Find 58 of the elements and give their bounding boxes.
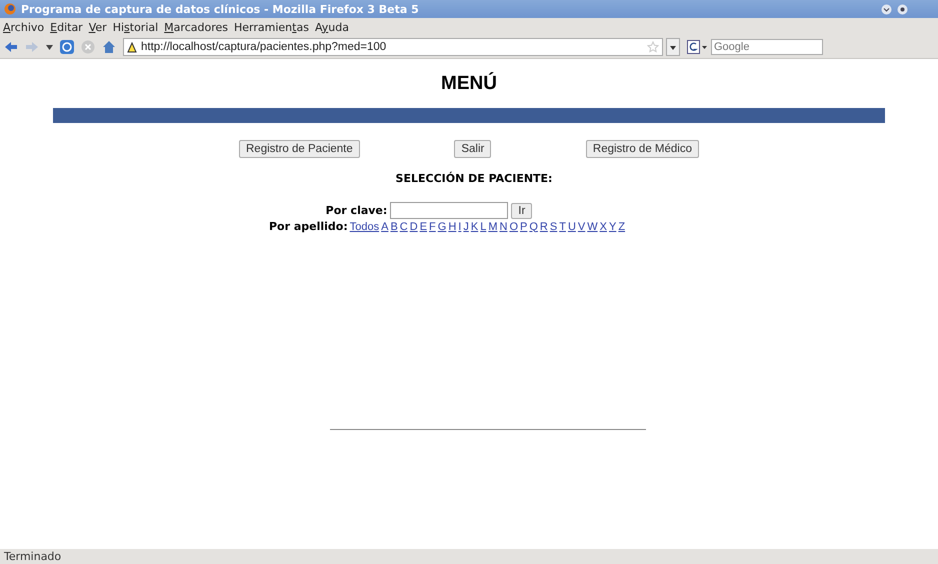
letter-link[interactable]: Todos xyxy=(350,220,380,232)
field-label: Por clave: xyxy=(326,204,388,217)
search-engine-icon[interactable] xyxy=(687,40,709,54)
minimize-icon[interactable] xyxy=(881,4,892,14)
back-icon[interactable] xyxy=(4,41,18,53)
dropdown-icon[interactable] xyxy=(46,44,53,50)
page-button[interactable]: Salir xyxy=(454,140,492,158)
letter-link[interactable]: D xyxy=(410,220,418,232)
letter-link[interactable]: G xyxy=(438,220,446,232)
letter-link[interactable]: X xyxy=(600,220,607,232)
letter-link[interactable]: Q xyxy=(529,220,538,232)
letter-link[interactable]: N xyxy=(499,220,508,232)
letter-link[interactable]: U xyxy=(568,220,576,232)
search-field[interactable]: Google xyxy=(711,39,823,55)
letter-link[interactable]: C xyxy=(400,220,408,232)
letter-link[interactable]: F xyxy=(429,220,436,232)
site-icon xyxy=(127,42,137,52)
home-icon[interactable] xyxy=(102,40,116,54)
letter-link[interactable]: T xyxy=(559,220,566,232)
letter-link[interactable]: W xyxy=(587,220,598,232)
go-button[interactable]: Ir xyxy=(511,202,532,218)
letter-link[interactable]: A xyxy=(381,220,388,232)
letter-link[interactable]: R xyxy=(540,220,548,232)
field-label: Por apellido: xyxy=(268,220,348,233)
maximize-icon[interactable] xyxy=(897,4,908,14)
letter-link[interactable]: B xyxy=(390,220,398,232)
key-field[interactable] xyxy=(390,202,508,219)
letter-link[interactable]: K xyxy=(470,220,478,232)
letter-link[interactable]: J xyxy=(463,220,469,232)
menu-item[interactable]: Marcadores xyxy=(164,20,228,34)
letter-link[interactable]: P xyxy=(520,220,528,232)
section-title: SELECCIÓN DE PACIENTE: xyxy=(396,172,552,185)
reload-icon[interactable] xyxy=(60,40,74,54)
menu-item[interactable]: Editar xyxy=(50,20,83,34)
window-title: Programa de captura de datos clínicos - Mozilla Firefox 3 Beta 5 xyxy=(21,2,419,16)
dropdown-icon[interactable] xyxy=(666,38,680,56)
page-heading: MENÚ xyxy=(441,73,497,95)
letter-link[interactable]: V xyxy=(578,220,586,232)
letter-link[interactable]: O xyxy=(509,220,518,232)
menu-item[interactable]: Ayuda xyxy=(314,20,349,34)
star-icon[interactable] xyxy=(647,41,659,53)
menu-item[interactable]: Historial xyxy=(112,20,158,34)
letter-link[interactable]: Z xyxy=(618,220,626,232)
menu-item[interactable]: Herramientas xyxy=(234,20,309,34)
letter-link[interactable]: L xyxy=(480,220,486,232)
menu-item[interactable]: Archivo xyxy=(3,20,44,34)
page-button[interactable]: Registro de Paciente xyxy=(239,140,360,158)
letter-link[interactable]: H xyxy=(448,220,456,232)
status-bar: Terminado xyxy=(0,549,938,564)
letter-link[interactable]: I xyxy=(458,220,462,232)
letter-link[interactable]: E xyxy=(420,220,428,232)
letter-link[interactable]: Y xyxy=(608,220,616,232)
page-button[interactable]: Registro de Médico xyxy=(586,140,699,158)
menu-item[interactable]: Ver xyxy=(88,20,107,34)
browser-logo-icon xyxy=(4,3,16,15)
address-field[interactable]: http://localhost/captura/pacientes.php?med=100 xyxy=(123,38,663,56)
letter-link[interactable]: S xyxy=(550,220,558,232)
letter-link[interactable]: M xyxy=(488,220,498,232)
